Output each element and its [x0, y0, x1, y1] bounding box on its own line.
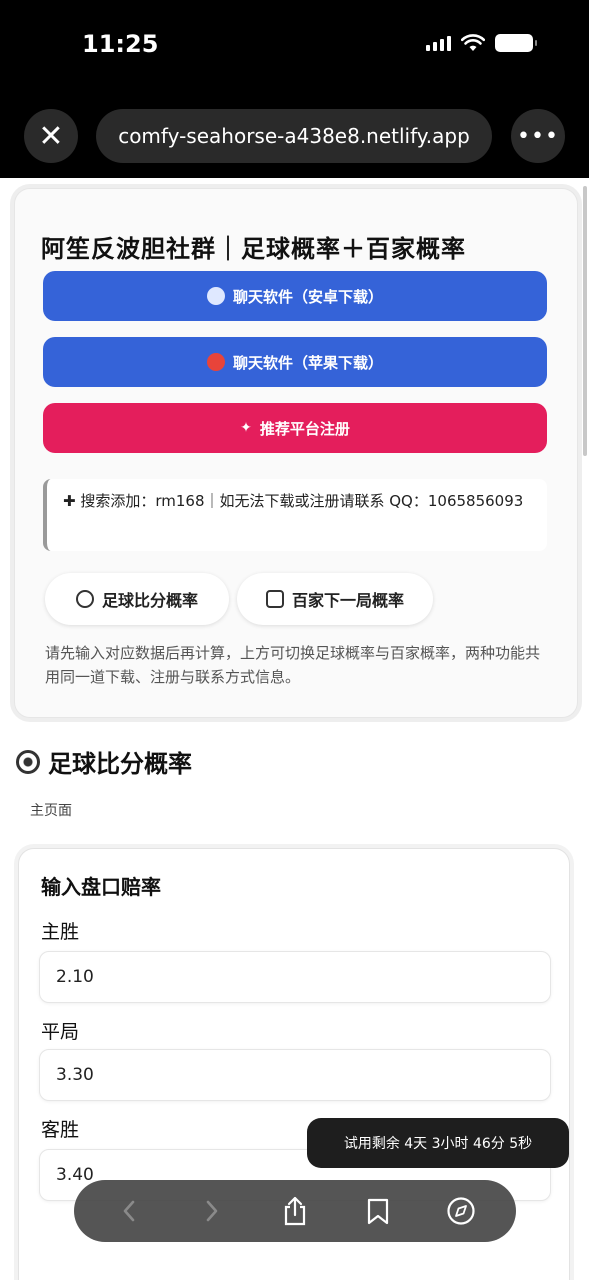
- ios-download-button[interactable]: 聊天软件（苹果下载）: [43, 337, 547, 387]
- more-icon: •••: [517, 123, 559, 149]
- tab-soccer-label: 足球比分概率: [101, 591, 198, 610]
- hero-card: 阿笙反波胆社群｜足球概率＋百家概率 聊天软件（安卓下载） 聊天软件（苹果下载） …: [14, 188, 578, 718]
- draw-input[interactable]: 3.30: [39, 1049, 551, 1101]
- soccer-ball-icon: [16, 749, 40, 774]
- section-heading: 足球比分概率: [16, 744, 192, 779]
- close-button[interactable]: ✕: [24, 109, 78, 163]
- platform-register-button[interactable]: ✦ 推荐平台注册: [43, 403, 547, 453]
- apple-icon: [206, 353, 225, 371]
- battery-icon: [495, 34, 537, 52]
- hero-title: 阿笙反波胆社群｜足球概率＋百家概率: [41, 235, 466, 263]
- cellular-signal-icon: [426, 35, 451, 51]
- hint-text: 请先输入对应数据后再计算，上方可切换足球概率与百家概率，两种功能共用同一道下载、…: [45, 644, 541, 686]
- browser-toolbar: [74, 1180, 516, 1242]
- tab-baccarat-probability[interactable]: 百家下一局概率: [237, 573, 433, 625]
- contact-notice: ✚ 搜索添加：rm168｜如无法下载或注册请联系 QQ：1065856093: [43, 479, 547, 551]
- platform-register-label: 推荐平台注册: [259, 419, 350, 438]
- share-button[interactable]: [273, 1189, 317, 1233]
- browser-chrome: 11:25 ✕ comfy-seahorse-a438e8.netlify.ap…: [0, 0, 589, 178]
- star-icon: ✦: [240, 420, 252, 436]
- more-button[interactable]: •••: [511, 109, 565, 163]
- status-icons: [426, 34, 537, 52]
- dice-icon: [265, 590, 284, 608]
- status-time: 11:25: [82, 30, 159, 58]
- tab-baccarat-label: 百家下一局概率: [291, 591, 404, 610]
- compass-icon: [446, 1197, 475, 1225]
- share-icon: [284, 1196, 306, 1226]
- page-content: 阿笙反波胆社群｜足球概率＋百家概率 聊天软件（安卓下载） 聊天软件（苹果下载） …: [0, 178, 589, 1280]
- trial-countdown-toast: 试用剩余 4天 3小时 46分 5秒: [307, 1118, 569, 1168]
- draw-label: 平局: [41, 1021, 80, 1043]
- safari-button[interactable]: [439, 1189, 483, 1233]
- away-win-label: 客胜: [41, 1119, 80, 1141]
- soccer-ball-icon: [75, 590, 94, 608]
- wifi-icon: [461, 34, 485, 52]
- back-icon: [124, 1200, 135, 1222]
- section-subnote: 主页面: [30, 803, 72, 819]
- android-download-button[interactable]: 聊天软件（安卓下载）: [43, 271, 547, 321]
- close-icon: ✕: [38, 118, 64, 154]
- url-bar[interactable]: comfy-seahorse-a438e8.netlify.app: [96, 109, 492, 163]
- android-download-label: 聊天软件（安卓下载）: [232, 287, 383, 306]
- home-win-input[interactable]: 2.10: [39, 951, 551, 1003]
- url-text: comfy-seahorse-a438e8.netlify.app: [118, 124, 470, 148]
- forward-icon: [206, 1200, 218, 1222]
- section-title: 足球比分概率: [48, 750, 192, 778]
- bookmarks-button[interactable]: [356, 1189, 400, 1233]
- home-win-label: 主胜: [41, 921, 80, 943]
- chat-bubble-icon: [206, 287, 225, 305]
- ios-download-label: 聊天软件（苹果下载）: [232, 353, 383, 372]
- forward-button[interactable]: [190, 1189, 234, 1233]
- odds-card-title: 输入盘口赔率: [41, 875, 161, 899]
- back-button[interactable]: [107, 1189, 151, 1233]
- scrollbar[interactable]: [583, 186, 587, 456]
- bookmarks-icon: [367, 1198, 388, 1225]
- tab-soccer-probability[interactable]: 足球比分概率: [45, 573, 229, 625]
